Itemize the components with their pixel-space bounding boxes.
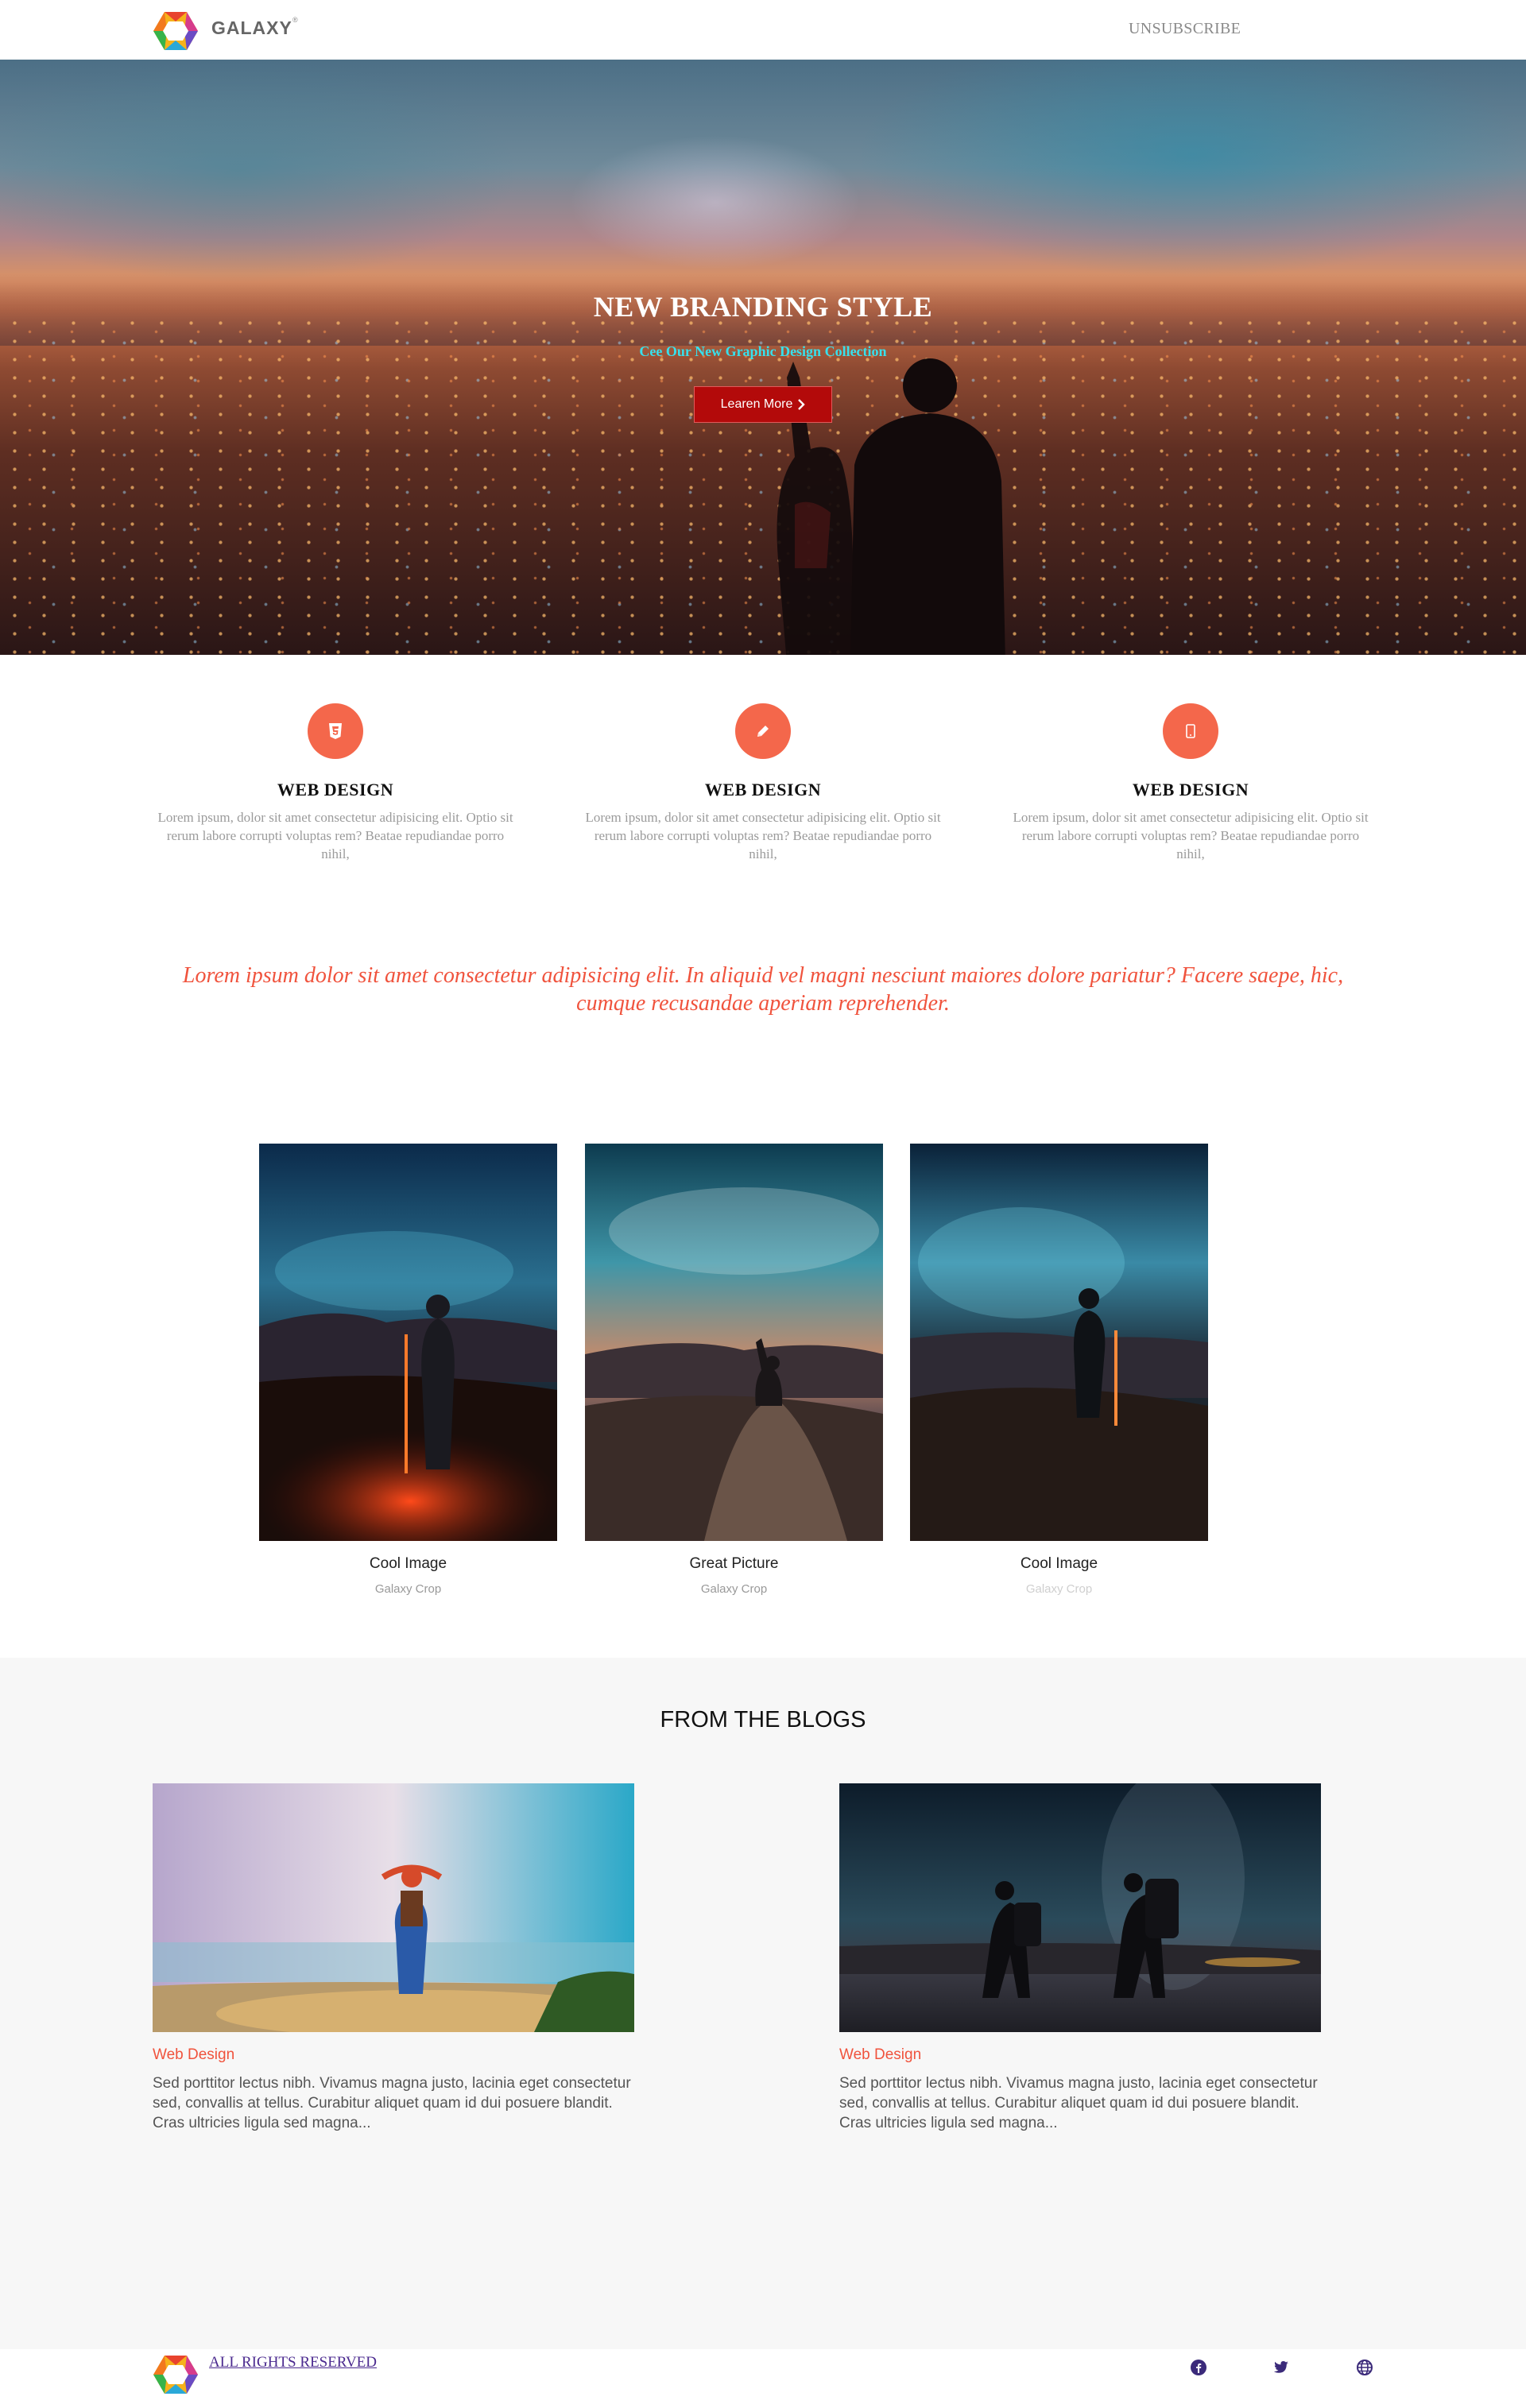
gallery-caption: Great Picture [689,1555,779,1572]
feature-icon-circle [308,703,363,759]
feature-icon-circle [1163,703,1218,759]
learn-more-button[interactable]: Learen More [694,386,832,423]
gallery-caption: Cool Image [1020,1555,1098,1572]
feature-title: WEB DESIGN [277,780,394,799]
hero-banner: NEW BRANDING STYLE Cee Our New Graphic D… [0,60,1526,655]
blog-excerpt: Sed porttitor lectus nibh. Vivamus magna… [153,2075,631,2131]
gallery-subcaption: Galaxy Crop [700,1582,768,1596]
learn-more-label: Learen More [720,397,793,411]
hero-title: NEW BRANDING STYLE [593,291,933,323]
feature-text: Lorem ipsum, dolor sit amet consectetur … [585,810,941,861]
gallery-subcaption: Galaxy Crop [1025,1582,1093,1596]
twitter-icon[interactable] [1272,2359,1290,2376]
blog-image[interactable] [153,1783,634,2032]
blogs-title: FROM THE BLOGS [660,1707,866,1732]
pencil-icon [757,726,769,737]
gallery-caption: Cool Image [369,1555,447,1572]
blogs-section: FROM THE BLOGS Web Design Sed porttitor … [0,1658,1526,2349]
feature-text: Lorem ipsum, dolor sit amet consectetur … [157,810,513,861]
facebook-icon[interactable] [1190,2359,1207,2376]
mobile-icon [1186,724,1195,738]
blog-category[interactable]: Web Design [153,2046,634,2064]
blog-post[interactable]: Web Design Sed porttitor lectus nibh. Vi… [153,1783,634,2133]
couple-silhouette [777,358,1005,655]
gallery-image[interactable] [259,1144,557,1541]
feature-block: WEB DESIGN Lorem ipsum, dolor sit amet c… [576,703,950,863]
feature-icon-circle [735,703,791,759]
gallery-image[interactable] [585,1144,883,1541]
chevron-right-icon [798,399,806,410]
gallery-card[interactable]: Great Picture Galaxy Crop [585,1144,883,1596]
hero-subtitle: Cee Our New Graphic Design Collection [639,343,887,359]
feature-text: Lorem ipsum, dolor sit amet consectetur … [1013,810,1369,861]
gallery-image[interactable] [910,1144,1208,1541]
footer: ALL RIGHTS RESERVED [0,2349,1526,2408]
feature-title: WEB DESIGN [1132,780,1249,799]
feature-title: WEB DESIGN [704,780,822,799]
highlight-quote: Lorem ipsum dolor sit amet consectetur a… [182,963,1344,1016]
feature-block: WEB DESIGN Lorem ipsum, dolor sit amet c… [1004,703,1377,863]
blog-excerpt: Sed porttitor lectus nibh. Vivamus magna… [839,2075,1318,2131]
galaxy-logo-icon[interactable] [153,10,199,52]
blog-category[interactable]: Web Design [839,2046,1321,2064]
all-rights-reserved-link[interactable]: ALL RIGHTS RESERVED [209,2354,377,2371]
globe-icon[interactable] [1356,2359,1373,2376]
gallery-subcaption: Galaxy Crop [374,1582,442,1596]
gallery-card[interactable]: Cool Image Galaxy Crop [910,1144,1208,1596]
blog-post[interactable]: Web Design Sed porttitor lectus nibh. Vi… [839,1783,1321,2133]
unsubscribe-link[interactable]: UNSUBSCRIBE [1129,20,1241,38]
top-nav: GALAXY ® UNSUBSCRIBE [0,0,1526,60]
html5-icon [329,723,342,739]
registered-mark: ® [292,16,298,24]
gallery-card[interactable]: Cool Image Galaxy Crop [259,1144,557,1596]
feature-block: WEB DESIGN Lorem ipsum, dolor sit amet c… [149,703,522,863]
brand-name[interactable]: GALAXY [211,17,292,39]
blog-image[interactable] [839,1783,1321,2032]
galaxy-logo-icon[interactable] [153,2354,199,2395]
